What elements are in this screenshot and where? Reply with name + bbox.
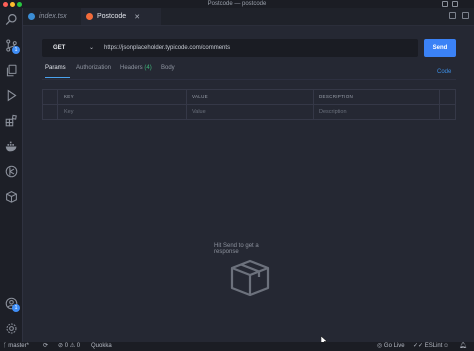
postcode-logo-icon <box>86 13 93 20</box>
method-select[interactable]: GET <box>53 39 65 57</box>
more-actions-icon[interactable] <box>462 12 469 19</box>
typescript-react-icon <box>28 13 35 20</box>
problems-indicator[interactable]: ⊘ 0 ⚠ 0 <box>58 342 80 351</box>
tab-label: index.tsx <box>39 13 67 20</box>
editor-tab-bar: index.tsx Postcode ✕ <box>23 8 474 26</box>
activity-bar: 1 1 <box>0 8 23 342</box>
warning-count: 0 <box>76 343 81 349</box>
layout-split-icon[interactable] <box>452 1 458 7</box>
tab-label: Postcode <box>97 13 127 20</box>
empty-box-icon <box>230 259 270 297</box>
key-input[interactable]: Key <box>64 105 73 119</box>
window-controls[interactable] <box>3 1 22 7</box>
description-input[interactable]: Description <box>319 105 347 119</box>
column-header-description: DESCRIPTION <box>319 94 354 99</box>
accounts-icon[interactable]: 1 <box>4 296 20 312</box>
explorer-icon[interactable] <box>4 63 18 77</box>
source-control-badge: 1 <box>12 46 20 54</box>
column-header-key: KEY <box>64 94 74 99</box>
settings-gear-icon[interactable] <box>4 321 18 335</box>
status-bar: ᚴ master* ⟳ ⊘ 0 ⚠ 0 Quokka ◎ Go Live ✓✓ … <box>0 342 474 351</box>
error-icon: ⊘ <box>58 343 64 349</box>
request-bar: GET ⌄ <box>42 39 418 57</box>
branch-indicator[interactable]: ᚴ master* <box>3 342 29 351</box>
divider <box>42 79 456 80</box>
search-icon[interactable] <box>4 12 18 26</box>
chevron-down-icon[interactable]: ⌄ <box>89 39 94 57</box>
value-input[interactable]: Value <box>192 105 206 119</box>
code-link[interactable]: Code <box>437 69 451 75</box>
close-window-button[interactable] <box>3 1 8 7</box>
tab-params[interactable]: Params <box>45 65 66 71</box>
source-control-icon[interactable]: 1 <box>4 38 20 54</box>
minimize-window-button[interactable] <box>10 1 15 7</box>
feedback-icon[interactable]: ☺ <box>443 342 449 351</box>
error-count: 0 <box>64 343 69 349</box>
tab-postcode[interactable]: Postcode ✕ <box>81 8 161 25</box>
notifications-bell-icon[interactable]: 🔔︎ <box>459 342 467 351</box>
warning-icon: ⚠ <box>69 343 76 349</box>
window-title: Postcode — postcode <box>207 1 267 7</box>
active-tab-indicator <box>45 77 70 78</box>
send-button[interactable]: Send <box>424 39 456 57</box>
go-live-button[interactable]: ◎ Go Live <box>377 342 405 351</box>
close-tab-icon[interactable]: ✕ <box>134 13 140 21</box>
quokka-status[interactable]: Quokka <box>91 342 112 351</box>
sync-icon[interactable]: ⟳ <box>43 342 48 351</box>
run-debug-icon[interactable] <box>4 88 18 102</box>
params-table: KEY VALUE DESCRIPTION Key Value Descript… <box>42 89 456 120</box>
branch-name: master* <box>8 343 29 349</box>
check-double-icon: ✓✓ <box>413 343 425 349</box>
split-editor-icon[interactable] <box>449 12 456 19</box>
tab-index-tsx[interactable]: index.tsx <box>23 8 79 25</box>
docker-icon[interactable] <box>4 139 18 153</box>
headers-count: (4) <box>144 65 152 71</box>
postcode-box-icon[interactable] <box>4 189 18 203</box>
url-input[interactable] <box>104 39 404 57</box>
headers-label: Headers <box>120 65 143 71</box>
tab-headers[interactable]: Headers (4) <box>120 65 152 71</box>
accounts-badge: 1 <box>12 304 20 312</box>
tab-authorization[interactable]: Authorization <box>76 65 111 71</box>
empty-response-message: Hit Send to get a response <box>214 243 259 255</box>
broadcast-icon: ◎ <box>377 343 384 349</box>
row-divider <box>43 104 455 105</box>
eslint-status[interactable]: ✓✓ ESLint <box>413 342 442 351</box>
eslint-label: ESLint <box>424 343 443 349</box>
tab-body[interactable]: Body <box>161 65 175 71</box>
column-header-value: VALUE <box>192 94 208 99</box>
layout-toggle-icon[interactable] <box>442 1 448 7</box>
go-live-label: Go Live <box>383 343 405 349</box>
git-graph-icon[interactable] <box>4 164 18 178</box>
maximize-window-button[interactable] <box>17 1 22 7</box>
extensions-icon[interactable] <box>4 113 18 127</box>
title-bar: Postcode — postcode <box>0 0 474 8</box>
